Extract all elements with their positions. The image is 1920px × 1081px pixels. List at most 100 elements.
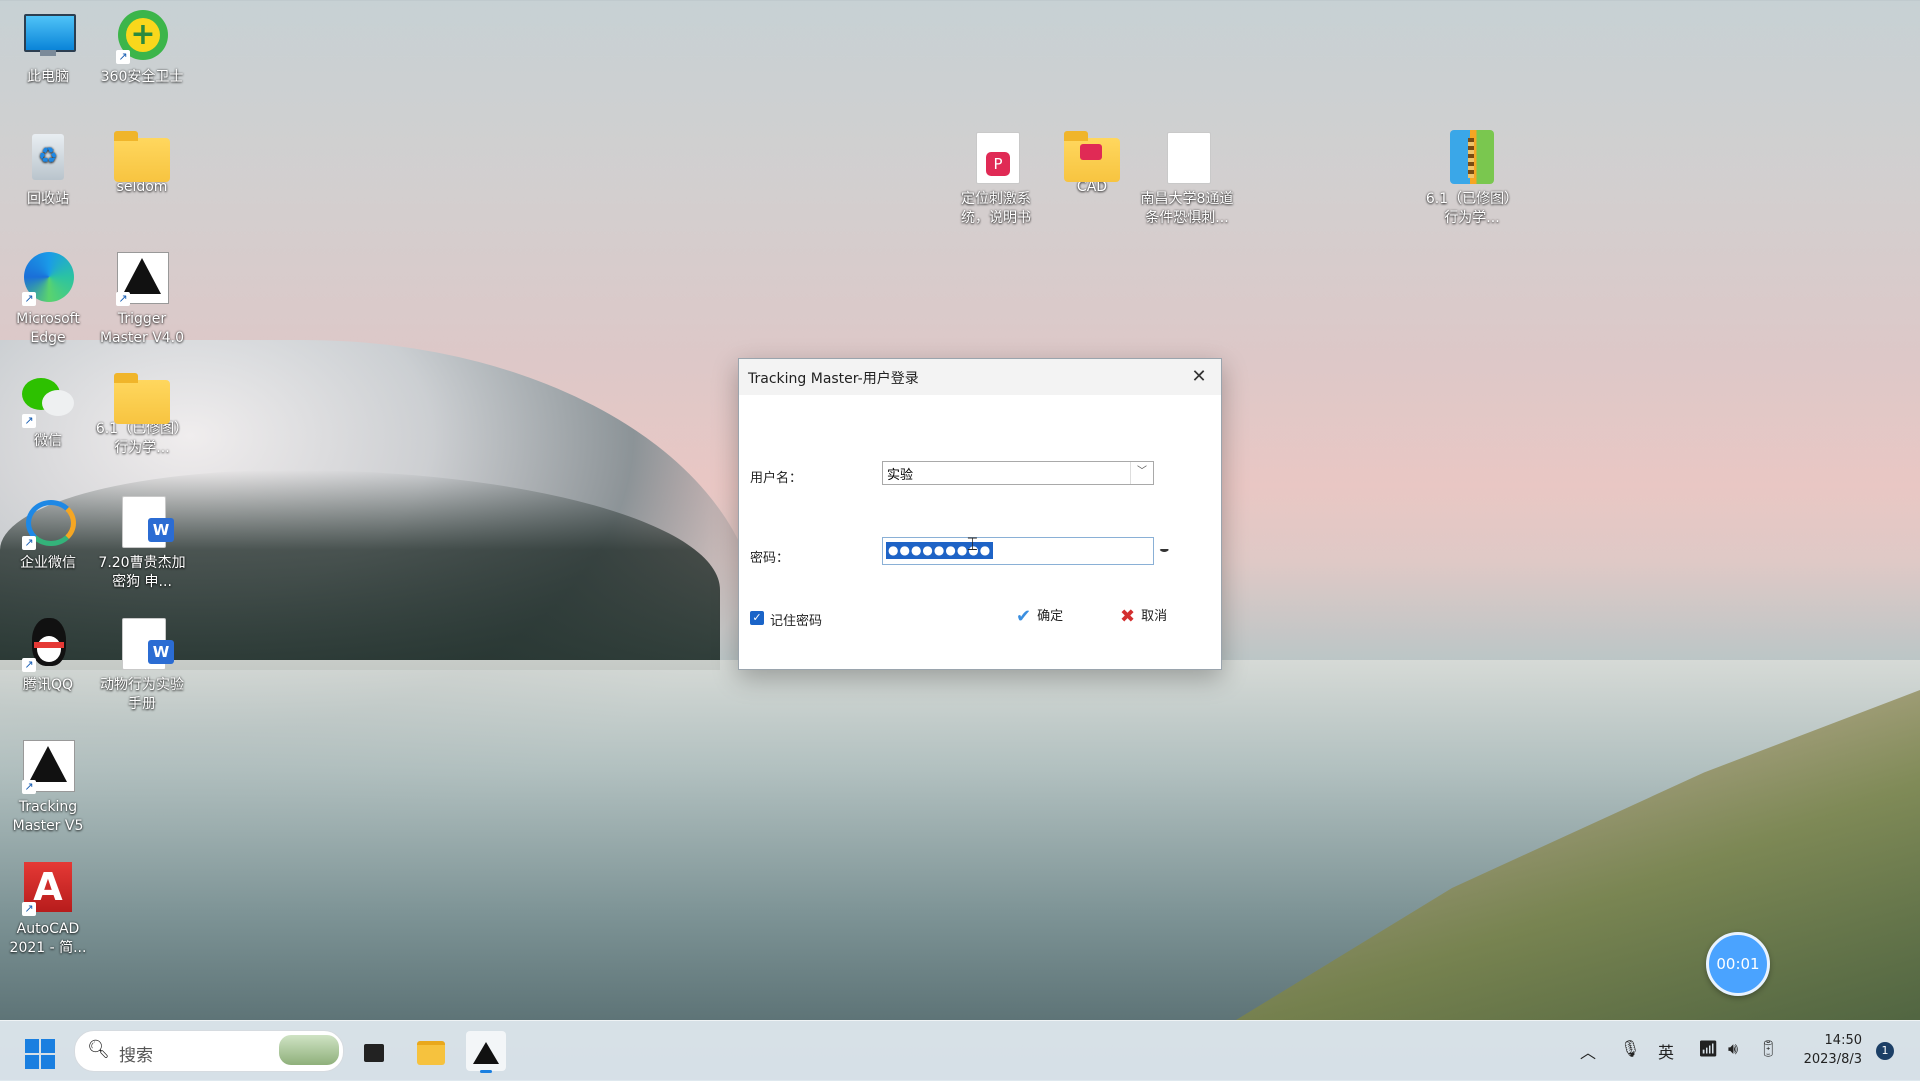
qq-icon: ↗	[20, 616, 76, 672]
recycle-bin-icon: ♻	[20, 130, 76, 186]
taskbar: 🔍︎ 搜索 ︿ 🎙︎ 英 📶︎ 🔊︎ 🔋︎ 14:50 2023/8/3 1	[0, 1020, 1920, 1081]
cross-icon: ✖	[1120, 606, 1136, 627]
desktop-icon-folder-behavior[interactable]: 6.1（已修图）行为学...	[94, 372, 190, 458]
task-view-icon	[364, 1043, 384, 1062]
desktop-icon-wecom[interactable]: ↗ 企业微信	[0, 494, 96, 573]
360-icon: + ↗	[114, 8, 170, 64]
show-hidden-icons-button[interactable]: ︿	[1580, 1039, 1596, 1063]
close-icon: ✕	[1191, 366, 1207, 387]
shortcut-arrow-icon: ↗	[22, 658, 36, 672]
active-indicator	[480, 1070, 492, 1073]
recording-timer[interactable]: 00:01	[1706, 932, 1770, 996]
search-placeholder: 搜索	[119, 1046, 153, 1066]
volume-icon[interactable]: 🔊︎	[1728, 1039, 1738, 1059]
shortcut-arrow-icon: ↗	[116, 50, 130, 64]
desktop-icon-label: Tracking Master V5	[12, 799, 84, 834]
computer-icon	[20, 8, 76, 64]
windows-logo-icon	[25, 1039, 39, 1053]
autocad-icon: A ↗	[20, 860, 76, 916]
desktop-icon-label: 定位刺激系统，说明书	[961, 191, 1031, 226]
dialog-titlebar[interactable]: Tracking Master-用户登录 ✕	[739, 359, 1221, 395]
ime-indicator[interactable]: 英	[1658, 1039, 1674, 1063]
eye-closed-icon[interactable]: ⌣̶	[1159, 539, 1170, 559]
task-view-button[interactable]	[354, 1031, 394, 1071]
tracking-master-icon: ↗	[20, 738, 76, 794]
desktop-icon-autocad[interactable]: A ↗ AutoCAD 2021 - 简...	[0, 860, 96, 958]
ok-button-label: 确定	[1037, 609, 1064, 624]
login-dialog: Tracking Master-用户登录 ✕ 用户名： 实验 ﹀ 密码： ●●●…	[738, 358, 1222, 670]
tracking-master-icon	[473, 1041, 499, 1064]
remember-password-label[interactable]: 记住密码	[770, 610, 822, 629]
username-combobox[interactable]: 实验 ﹀	[882, 461, 1154, 485]
dropdown-button[interactable]: ﹀	[1130, 462, 1153, 484]
username-label: 用户名：	[750, 471, 803, 486]
mouse-cursor-icon: ⌶	[967, 534, 978, 555]
desktop-icon-word-manual[interactable]: W 动物行为实验手册	[94, 616, 190, 714]
desktop-icon-trigger-master[interactable]: ↗ Trigger Master V4.0	[94, 250, 190, 348]
password-field[interactable]: ●●●●●●●●●	[882, 537, 1154, 565]
wechat-icon: ↗	[20, 372, 76, 428]
ok-button[interactable]: ✔ 确定	[1016, 605, 1063, 627]
desktop-icon-word-dongle[interactable]: W 7.20曹贵杰加密狗 申...	[94, 494, 190, 592]
desktop-icon-label: 6.1（已修图）行为学...	[1425, 191, 1519, 226]
shortcut-arrow-icon: ↗	[22, 414, 36, 428]
desktop-icon-label: 7.20曹贵杰加密狗 申...	[98, 555, 186, 590]
chevron-down-icon: ﹀	[1137, 466, 1147, 477]
notification-badge[interactable]: 1	[1876, 1042, 1894, 1060]
desktop-icon-pdf-manual[interactable]: P 定位刺激系统，说明书	[948, 130, 1044, 228]
desktop-icon-label: 南昌大学8通道条件恐惧刺...	[1140, 191, 1234, 226]
desktop-icon-zip[interactable]: 6.1（已修图）行为学...	[1424, 130, 1520, 228]
wecom-icon: ↗	[20, 494, 76, 550]
trigger-master-icon: ↗	[114, 250, 170, 306]
desktop-icon-label: Trigger Master V4.0	[99, 311, 185, 346]
checkmark-icon: ✔	[1016, 606, 1032, 627]
desktop-icon-seldom[interactable]: seldom	[94, 130, 190, 197]
cancel-button[interactable]: ✖ 取消	[1120, 605, 1167, 627]
desktop-icon-edge[interactable]: ↗ Microsoft Edge	[0, 250, 96, 348]
wifi-icon[interactable]: 📶︎	[1698, 1039, 1718, 1058]
battery-icon[interactable]: 🔋︎	[1758, 1039, 1778, 1058]
password-label: 密码：	[750, 551, 790, 566]
shortcut-arrow-icon: ↗	[22, 292, 36, 306]
word-doc-icon: W	[114, 616, 174, 672]
word-doc-icon: W	[114, 494, 174, 550]
folder-icon	[417, 1040, 445, 1065]
desktop-icon-label: Microsoft Edge	[16, 311, 80, 346]
desktop-icon-tracking-master[interactable]: ↗ Tracking Master V5	[0, 738, 96, 836]
dialog-title: Tracking Master-用户登录	[748, 371, 919, 387]
shortcut-arrow-icon: ↗	[116, 292, 130, 306]
search-box[interactable]: 🔍︎ 搜索	[74, 1030, 344, 1072]
desktop-icon-recycle-bin[interactable]: ♻ 回收站	[0, 130, 96, 209]
clock[interactable]: 14:50 2023/8/3	[1796, 1031, 1862, 1069]
desktop-icon-blank-doc[interactable]: 南昌大学8通道条件恐惧刺...	[1139, 130, 1235, 228]
desktop-icon-360[interactable]: + ↗ 360安全卫士	[94, 8, 190, 87]
edge-icon: ↗	[20, 250, 76, 306]
desktop-icon-this-pc[interactable]: 此电脑	[0, 8, 96, 87]
shortcut-arrow-icon: ↗	[22, 780, 36, 794]
desktop-icon-qq[interactable]: ↗ 腾讯QQ	[0, 616, 96, 695]
desktop-icon-cad-folder[interactable]: CAD	[1044, 130, 1140, 197]
check-icon: ✓	[752, 611, 762, 624]
desktop-icon-label: AutoCAD 2021 - 简...	[9, 921, 87, 956]
chevron-up-icon: ︿	[1580, 1043, 1597, 1062]
blank-doc-icon	[1159, 130, 1215, 186]
cancel-button-label: 取消	[1141, 609, 1168, 624]
folder-icon	[114, 373, 170, 424]
search-icon: 🔍︎	[87, 1039, 110, 1060]
tracking-master-taskbar-button[interactable]	[466, 1031, 506, 1073]
shortcut-arrow-icon: ↗	[22, 536, 36, 550]
pdf-doc-icon: P	[968, 130, 1024, 186]
search-highlight-icon	[279, 1035, 339, 1065]
username-value: 实验	[887, 468, 914, 483]
desktop-icon-label: 360安全卫士	[100, 69, 184, 85]
close-button[interactable]: ✕	[1177, 359, 1221, 395]
microphone-icon[interactable]: 🎙︎	[1620, 1039, 1640, 1058]
desktop-icon-label: 回收站	[27, 191, 69, 207]
clock-date: 2023/8/3	[1803, 1052, 1862, 1067]
file-explorer-button[interactable]	[411, 1031, 451, 1071]
start-button[interactable]	[25, 1039, 55, 1069]
desktop-icon-wechat[interactable]: ↗ 微信	[0, 372, 96, 451]
remember-password-checkbox[interactable]: ✓	[750, 611, 764, 625]
desktop-icon-label: 腾讯QQ	[22, 677, 74, 693]
desktop-icon-label: 此电脑	[27, 69, 69, 85]
